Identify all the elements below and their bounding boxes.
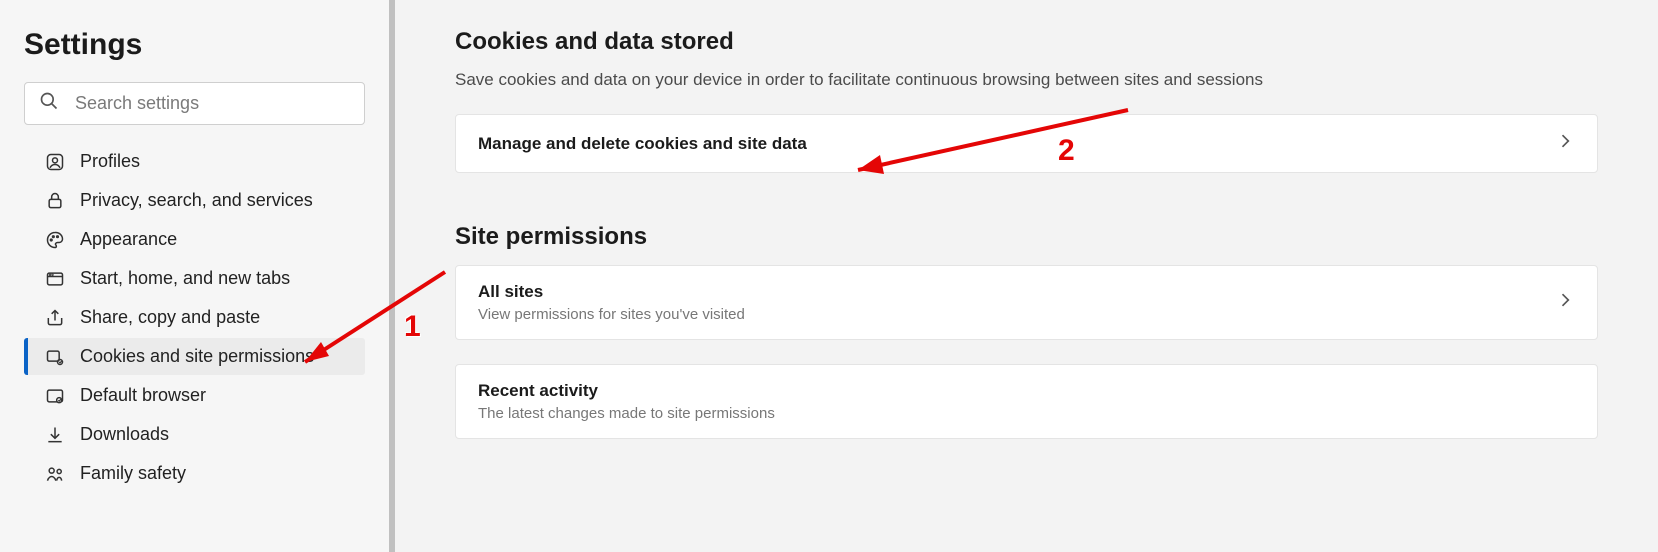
tabs-icon (42, 269, 68, 289)
family-icon (42, 464, 68, 484)
search-icon (39, 91, 59, 116)
cookies-icon (42, 347, 68, 367)
sidebar-item-share[interactable]: Share, copy and paste (24, 299, 365, 336)
browser-icon (42, 386, 68, 406)
settings-content: Cookies and data stored Save cookies and… (395, 0, 1658, 552)
sidebar-item-cookies[interactable]: Cookies and site permissions (24, 338, 365, 375)
permissions-section-title: Site permissions (455, 223, 1598, 251)
sidebar-item-label: Downloads (80, 424, 169, 445)
settings-nav: Profiles Privacy, search, and services A… (24, 143, 365, 492)
share-icon (42, 308, 68, 328)
sidebar-item-label: Family safety (80, 463, 186, 484)
sidebar-item-appearance[interactable]: Appearance (24, 221, 365, 258)
cookies-section-desc: Save cookies and data on your device in … (455, 70, 1598, 90)
recent-activity-sub: The latest changes made to site permissi… (478, 405, 775, 422)
settings-title: Settings (24, 28, 365, 62)
manage-cookies-label: Manage and delete cookies and site data (478, 134, 807, 154)
lock-icon (42, 191, 68, 211)
palette-icon (42, 230, 68, 250)
sidebar-item-label: Appearance (80, 229, 177, 250)
sidebar-item-start[interactable]: Start, home, and new tabs (24, 260, 365, 297)
sidebar-item-privacy[interactable]: Privacy, search, and services (24, 182, 365, 219)
sidebar-item-label: Start, home, and new tabs (80, 268, 290, 289)
chevron-right-icon (1555, 290, 1575, 315)
recent-activity-button[interactable]: Recent activity The latest changes made … (455, 364, 1598, 439)
sidebar-item-profiles[interactable]: Profiles (24, 143, 365, 180)
sidebar-item-label: Privacy, search, and services (80, 190, 313, 211)
search-settings[interactable] (24, 82, 365, 125)
sidebar-item-family[interactable]: Family safety (24, 455, 365, 492)
all-sites-title: All sites (478, 282, 745, 302)
recent-activity-title: Recent activity (478, 381, 775, 401)
sidebar-item-default-browser[interactable]: Default browser (24, 377, 365, 414)
sidebar-item-downloads[interactable]: Downloads (24, 416, 365, 453)
settings-sidebar: Settings Profiles Privacy, search, and (0, 0, 395, 552)
sidebar-item-label: Cookies and site permissions (80, 346, 314, 367)
manage-cookies-button[interactable]: Manage and delete cookies and site data (455, 114, 1598, 173)
sidebar-item-label: Profiles (80, 151, 140, 172)
all-sites-button[interactable]: All sites View permissions for sites you… (455, 265, 1598, 340)
chevron-right-icon (1555, 131, 1575, 156)
cookies-section-title: Cookies and data stored (455, 28, 1598, 56)
all-sites-sub: View permissions for sites you've visite… (478, 306, 745, 323)
profile-icon (42, 152, 68, 172)
search-input[interactable] (73, 92, 350, 115)
sidebar-item-label: Default browser (80, 385, 206, 406)
download-icon (42, 425, 68, 445)
sidebar-item-label: Share, copy and paste (80, 307, 260, 328)
